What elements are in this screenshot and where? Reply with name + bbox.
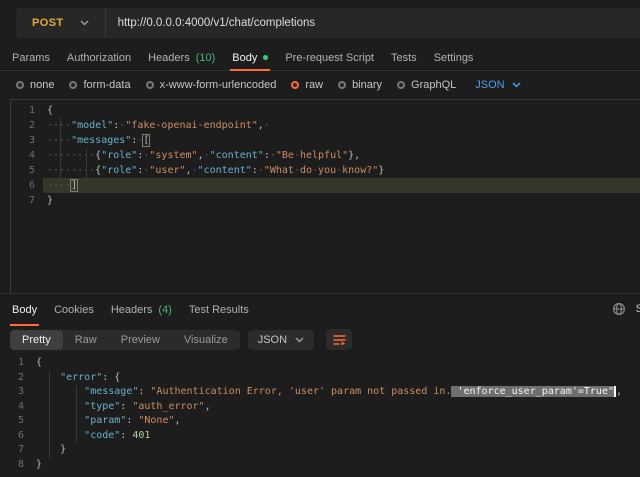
line-number: 1 <box>0 356 36 371</box>
tab-tests[interactable]: Tests <box>389 45 419 70</box>
line-number: 2 <box>11 118 47 133</box>
method-label: POST <box>32 17 64 29</box>
tab-authorization[interactable]: Authorization <box>65 45 133 70</box>
code-line[interactable]: 5········{"role":·"user",·"content":·"Wh… <box>11 163 640 178</box>
line-number: 3 <box>11 133 47 148</box>
line-number: 5 <box>11 163 47 178</box>
body-type-graphql[interactable]: GraphQL <box>397 79 456 91</box>
body-type-raw[interactable]: raw <box>291 79 323 91</box>
line-number: 4 <box>11 148 47 163</box>
radio-icon <box>397 81 405 89</box>
line-number: 6 <box>11 178 47 193</box>
radio-icon <box>69 81 77 89</box>
radio-icon <box>338 81 346 89</box>
request-tabs: Params Authorization Headers(10) Body Pr… <box>0 45 640 71</box>
view-preview-button[interactable]: Preview <box>109 330 172 350</box>
response-language-select[interactable]: JSON <box>248 330 314 350</box>
view-raw-button[interactable]: Raw <box>63 330 109 350</box>
indent-guide <box>76 385 77 443</box>
line-number: 1 <box>11 103 47 118</box>
response-tab-test-results[interactable]: Test Results <box>187 294 251 325</box>
line-number: 7 <box>0 443 36 458</box>
chevron-down-icon <box>295 337 304 343</box>
code-line[interactable]: 4········{"role":·"system",·"content":·"… <box>11 148 640 163</box>
radio-icon <box>16 81 24 89</box>
body-modified-dot-icon <box>263 55 268 60</box>
url-input[interactable]: http://0.0.0.0:4000/v1/chat/completions <box>106 17 316 29</box>
postman-window: { "colors": { "accent_orange": "#ff6c37"… <box>0 0 640 477</box>
body-type-binary[interactable]: binary <box>338 79 382 91</box>
code-line[interactable]: 1{ <box>11 103 640 118</box>
chevron-down-icon <box>80 20 89 26</box>
status-label-clipped: S <box>636 303 640 315</box>
tab-settings[interactable]: Settings <box>432 45 476 70</box>
indent-guide <box>49 371 50 458</box>
wrap-lines-icon <box>332 333 347 346</box>
radio-icon <box>146 81 154 89</box>
view-visualize-button[interactable]: Visualize <box>172 330 240 350</box>
active-tab-underline <box>10 324 39 326</box>
response-tab-body[interactable]: Body <box>10 294 39 325</box>
line-number: 2 <box>0 371 36 386</box>
view-pretty-button[interactable]: Pretty <box>10 330 63 350</box>
request-body-editor[interactable]: 1{2····"model":·"fake-openai-endpoint",·… <box>10 99 640 293</box>
line-number: 4 <box>0 400 36 415</box>
tab-pre-request-script[interactable]: Pre-request Script <box>283 45 376 70</box>
code-line[interactable]: 6····] <box>11 178 640 193</box>
line-number: 6 <box>0 429 36 444</box>
code-line[interactable]: 5 "param": "None", <box>0 414 640 429</box>
code-line[interactable]: 4 "type": "auth_error", <box>0 400 640 415</box>
chevron-down-icon <box>512 82 521 88</box>
response-body-editor[interactable]: 1{2 "error": {3 "message": "Authenticati… <box>0 354 640 477</box>
code-line[interactable]: 7 } <box>0 443 640 458</box>
tab-params[interactable]: Params <box>10 45 52 70</box>
response-toolbar: Pretty Raw Preview Visualize JSON <box>0 325 640 354</box>
line-number: 8 <box>0 458 36 473</box>
body-type-none[interactable]: none <box>16 79 54 91</box>
method-select[interactable]: POST <box>16 17 105 29</box>
url-bar: POST http://0.0.0.0:4000/v1/chat/complet… <box>16 8 640 38</box>
response-tabs: Body Cookies Headers(4) Test Results S <box>0 294 640 325</box>
body-type-form-data[interactable]: form-data <box>69 79 130 91</box>
request-url-row: POST http://0.0.0.0:4000/v1/chat/complet… <box>0 0 640 45</box>
indent-guide <box>60 118 61 193</box>
code-line[interactable]: 2 "error": { <box>0 371 640 386</box>
active-tab-underline <box>230 69 270 71</box>
indent-guide <box>86 148 87 178</box>
body-type-x-www-form-urlencoded[interactable]: x-www-form-urlencoded <box>146 79 277 91</box>
code-line[interactable]: 8} <box>0 458 640 473</box>
code-line[interactable]: 6 "code": 401 <box>0 429 640 444</box>
wrap-lines-button[interactable] <box>326 329 352 350</box>
code-line[interactable]: 1{ <box>0 356 640 371</box>
response-tab-cookies[interactable]: Cookies <box>52 294 96 325</box>
code-line[interactable]: 2····"model":·"fake-openai-endpoint",· <box>11 118 640 133</box>
code-line[interactable]: 7} <box>11 193 640 208</box>
code-line[interactable]: 3 "message": "Authentication Error, 'use… <box>0 385 640 400</box>
response-tab-headers[interactable]: Headers(4) <box>109 294 174 325</box>
response-headers-count: (4) <box>158 304 171 316</box>
body-type-row: none form-data x-www-form-urlencoded raw… <box>0 71 640 99</box>
code-line[interactable]: 3····"messages":·[ <box>11 133 640 148</box>
view-mode-segmented-control: Pretty Raw Preview Visualize <box>10 330 240 350</box>
radio-selected-icon <box>291 81 299 89</box>
globe-icon[interactable] <box>612 302 626 321</box>
line-number: 3 <box>0 385 36 400</box>
raw-language-select[interactable]: JSON <box>475 79 520 91</box>
line-number: 7 <box>11 193 47 208</box>
tab-headers[interactable]: Headers(10) <box>146 45 217 70</box>
response-section: Body Cookies Headers(4) Test Results S P… <box>0 293 640 477</box>
line-number: 5 <box>0 414 36 429</box>
tab-body[interactable]: Body <box>230 45 270 70</box>
headers-count: (10) <box>196 52 216 64</box>
